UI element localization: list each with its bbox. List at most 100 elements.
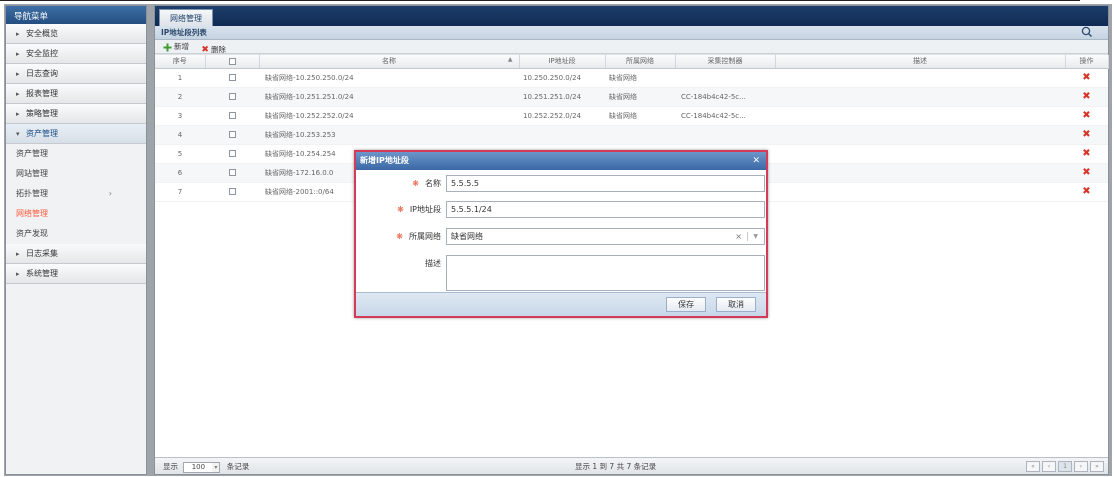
col-network[interactable]: 所属网络 [605, 55, 676, 69]
cell-ip: 10.251.251.0/24 [519, 87, 605, 107]
records-info: 显示 1 到 7 共 7 条记录 [575, 462, 657, 471]
col-seq[interactable]: 序号 [155, 55, 206, 69]
row-delete-icon[interactable]: ✖ [1082, 91, 1090, 102]
sidebar-item-report[interactable]: ▸ 报表管理 [6, 84, 146, 104]
sidebar-item-label: 日志查询 [26, 69, 58, 78]
name-field[interactable]: 5.5.5.5 [446, 175, 765, 192]
cancel-button[interactable]: 取消 [716, 297, 756, 312]
sidebar-item-label: 系统管理 [26, 269, 58, 278]
col-name[interactable]: 名称 ▲ [259, 55, 520, 69]
cell-ip [519, 125, 605, 145]
row-delete-icon[interactable]: ✖ [1082, 148, 1090, 159]
col-collector[interactable]: 采集控制器 [675, 55, 776, 69]
row-checkbox[interactable] [228, 169, 236, 176]
close-icon[interactable]: ✕ [752, 152, 760, 170]
sidebar-item-label: 报表管理 [26, 89, 58, 98]
page-1-button[interactable]: 1 [1058, 461, 1072, 472]
row-checkbox[interactable] [228, 93, 236, 100]
sidebar-item-asset[interactable]: ▾ 资产管理 [6, 124, 146, 144]
ip-range-field[interactable]: 5.5.5.1/24 [446, 201, 765, 218]
table-row[interactable]: 3 缺省网络-10.252.252.0/24 10.252.252.0/24 缺… [155, 106, 1108, 126]
sidebar-item-security-overview[interactable]: ▸ 安全概览 [6, 24, 146, 44]
search-icon[interactable] [1080, 25, 1094, 39]
network-label: 所属网络 [409, 232, 441, 241]
sidebar-item-label: 安全监控 [26, 49, 58, 58]
table-row[interactable]: 4 缺省网络-10.253.253 ✖ [155, 125, 1108, 145]
cell-desc [775, 125, 1065, 145]
sidebar-subitem-label: 拓扑管理 [16, 189, 48, 198]
row-checkbox[interactable] [228, 150, 236, 157]
add-button[interactable]: 新增 [163, 40, 189, 54]
cell-desc [775, 87, 1065, 107]
network-select-value: 缺省网络 [451, 232, 483, 241]
caret-right-icon: ▸ [16, 90, 20, 98]
caret-right-icon: ▸ [16, 110, 20, 118]
col-desc[interactable]: 描述 [775, 55, 1066, 69]
caret-down-icon: ▾ [16, 130, 20, 138]
row-delete-icon[interactable]: ✖ [1082, 72, 1090, 83]
col-select-all[interactable] [205, 55, 260, 69]
cell-seq: 7 [155, 182, 205, 202]
sidebar-subitem-topology[interactable]: 拓扑管理 › [6, 184, 146, 204]
sidebar-item-log-collect[interactable]: ▸ 日志采集 [6, 244, 146, 264]
row-delete-icon[interactable]: ✖ [1082, 110, 1090, 121]
sidebar-subitem-asset-discovery[interactable]: 资产发现 [6, 224, 146, 244]
cell-network: 缺省网络 [605, 106, 675, 126]
cell-desc [775, 182, 1065, 202]
cell-network: 缺省网络 [605, 68, 675, 88]
page-size-select[interactable]: 100 [183, 461, 214, 473]
table-row[interactable]: 1 缺省网络-10.250.250.0/24 10.250.250.0/24 缺… [155, 68, 1108, 88]
chevron-down-icon[interactable]: ▾ [212, 461, 221, 473]
caret-right-icon: ▸ [16, 70, 20, 78]
next-page-button[interactable]: › [1074, 461, 1088, 472]
col-ip[interactable]: IP地址段 [519, 55, 606, 69]
prev-page-button[interactable]: ‹ [1042, 461, 1056, 472]
network-select[interactable]: 缺省网络 × ▼ [446, 228, 765, 245]
sidebar-item-log-query[interactable]: ▸ 日志查询 [6, 64, 146, 84]
row-delete-icon[interactable]: ✖ [1082, 186, 1090, 197]
first-page-button[interactable]: « [1026, 461, 1040, 472]
table-footer: 显示 100 ▾ 条记录 显示 1 到 7 共 7 条记录 « ‹ 1 › » [155, 457, 1108, 474]
row-delete-icon[interactable]: ✖ [1082, 167, 1090, 178]
select-all-checkbox[interactable] [228, 57, 236, 65]
desc-textarea[interactable] [446, 255, 765, 291]
add-icon [163, 43, 172, 51]
cell-name: 缺省网络-10.251.251.0/24 [259, 87, 519, 107]
row-delete-icon[interactable]: ✖ [1082, 129, 1090, 140]
row-checkbox[interactable] [228, 131, 236, 138]
sidebar-item-label: 策略管理 [26, 109, 58, 118]
sidebar-subitem-network-manage[interactable]: 网络管理 [6, 204, 146, 224]
clear-icon[interactable]: × [735, 229, 742, 244]
cell-desc [775, 163, 1065, 183]
sidebar-subitem-site-manage[interactable]: 网站管理 [6, 164, 146, 184]
sidebar-item-system[interactable]: ▸ 系统管理 [6, 264, 146, 284]
cell-collector [675, 125, 775, 145]
row-checkbox[interactable] [228, 74, 236, 81]
cell-desc [775, 68, 1065, 88]
save-button[interactable]: 保存 [666, 297, 706, 312]
table-row[interactable]: 2 缺省网络-10.251.251.0/24 10.251.251.0/24 缺… [155, 87, 1108, 107]
required-icon: ❋ [397, 205, 404, 214]
row-checkbox[interactable] [228, 188, 236, 195]
row-checkbox[interactable] [228, 112, 236, 119]
dialog-header: 新增IP地址段 ✕ [356, 152, 766, 170]
col-op: 操作 [1065, 55, 1109, 69]
cell-seq: 3 [155, 106, 205, 126]
tab-network-manage[interactable]: 网络管理 [159, 9, 213, 26]
cell-name: 缺省网络-10.250.250.0/24 [259, 68, 519, 88]
sidebar-item-security-monitor[interactable]: ▸ 安全监控 [6, 44, 146, 64]
sidebar-subitem-asset-manage[interactable]: 资产管理 [6, 144, 146, 164]
panel-title: IP地址段列表 [161, 28, 207, 37]
cell-network [605, 125, 675, 145]
cell-seq: 5 [155, 144, 205, 164]
last-page-button[interactable]: » [1090, 461, 1104, 472]
ip-label: IP地址段 [409, 205, 441, 214]
chevron-down-icon[interactable]: ▼ [753, 229, 758, 244]
caret-right-icon: ▸ [16, 270, 20, 278]
show-label: 显示 [163, 462, 178, 471]
records-label: 条记录 [226, 462, 250, 471]
sidebar-item-policy[interactable]: ▸ 策略管理 [6, 104, 146, 124]
sidebar-item-label: 安全概览 [26, 29, 58, 38]
cell-desc [775, 106, 1065, 126]
ip-row: ❋ IP地址段 5.5.5.1/24 [356, 201, 766, 221]
